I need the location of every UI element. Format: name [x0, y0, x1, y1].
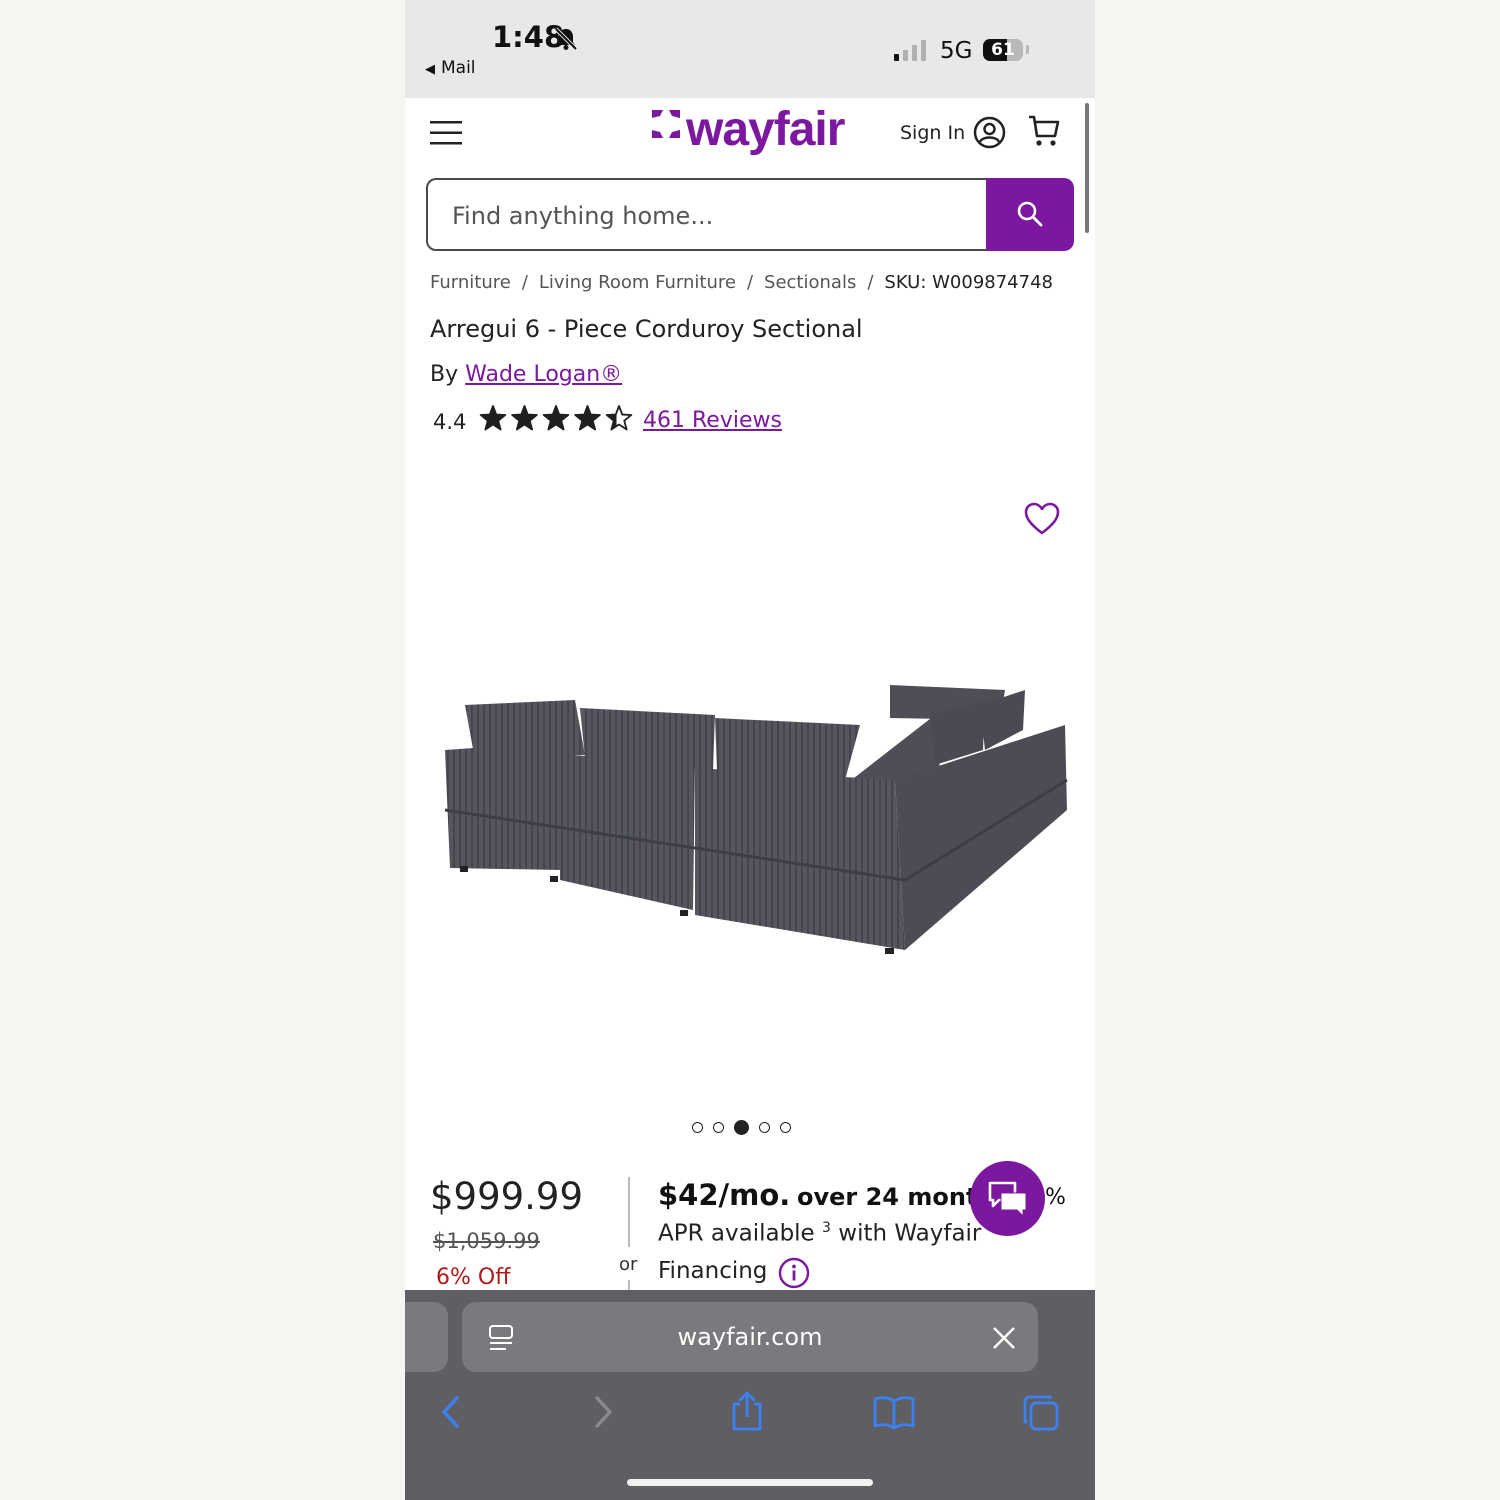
forward-icon[interactable] — [591, 1395, 615, 1429]
phone-screen: 1:48 ◀ Mail 5G 61 wayfair Sign In Find a… — [405, 0, 1095, 1500]
rating-stars — [479, 405, 633, 431]
heart-icon[interactable] — [1024, 502, 1060, 536]
price: $999.99 — [430, 1175, 584, 1218]
star-icon — [542, 405, 570, 431]
network-type: 5G — [940, 38, 973, 64]
account-icon[interactable] — [973, 116, 1006, 149]
sofa-leg — [550, 876, 558, 882]
back-to-mail[interactable]: ◀ Mail — [425, 58, 476, 78]
search-button[interactable] — [986, 178, 1074, 251]
footnote-marker: 3 — [822, 1220, 831, 1236]
carousel-dot[interactable] — [734, 1120, 749, 1135]
breadcrumb-sectionals[interactable]: Sectionals — [764, 272, 856, 293]
bell-muted-icon — [554, 27, 578, 51]
carousel-dot[interactable] — [780, 1122, 791, 1133]
sofa-leg — [885, 948, 894, 954]
share-icon[interactable] — [730, 1390, 764, 1432]
wayfair-logo-text[interactable]: wayfair — [686, 102, 845, 157]
carousel-dot[interactable] — [759, 1122, 770, 1133]
by-label: By — [430, 362, 459, 387]
star-icon — [574, 405, 601, 431]
carousel-dot[interactable] — [713, 1122, 724, 1133]
previous-tab[interactable] — [405, 1302, 448, 1372]
or-label: or — [619, 1254, 638, 1275]
old-price: $1,059.99 — [433, 1229, 540, 1253]
product-byline: By Wade Logan® — [430, 362, 622, 387]
sku-label: SKU: W009874748 — [884, 272, 1053, 293]
cart-icon[interactable] — [1028, 114, 1060, 148]
seat-module — [560, 755, 695, 910]
financing-label: Financing — [658, 1258, 768, 1284]
discount-badge: 6% Off — [436, 1265, 511, 1290]
product-title: Arregui 6 - Piece Corduroy Sectional — [430, 315, 863, 343]
star-icon — [479, 405, 507, 431]
scroll-indicator[interactable] — [1085, 103, 1089, 233]
wayfair-logo-icon[interactable] — [648, 106, 684, 142]
financing-term: over 24 montl — [797, 1183, 986, 1211]
home-indicator[interactable] — [627, 1479, 873, 1486]
address-bar[interactable]: wayfair.com — [462, 1302, 1038, 1372]
breadcrumb-separator: / — [746, 272, 754, 293]
financing-monthly: $42/mo. — [658, 1178, 791, 1212]
product-image[interactable] — [435, 670, 1075, 970]
star-icon — [605, 405, 633, 431]
signal-icon — [894, 40, 926, 61]
sign-in-link[interactable]: Sign In — [900, 122, 965, 144]
divider — [628, 1177, 630, 1247]
seat-module — [695, 768, 905, 950]
tabs-icon[interactable] — [1022, 1394, 1060, 1432]
close-icon[interactable] — [992, 1326, 1016, 1350]
carousel-dot[interactable] — [692, 1122, 703, 1133]
image-carousel-dots[interactable] — [692, 1117, 801, 1136]
reviews-link[interactable]: 461 Reviews — [643, 408, 782, 433]
chat-button[interactable] — [970, 1161, 1045, 1236]
breadcrumb-living-room-furniture[interactable]: Living Room Furniture — [539, 272, 736, 293]
brand-link[interactable]: Wade Logan® — [465, 362, 622, 387]
info-icon[interactable] — [778, 1257, 810, 1289]
breadcrumb-furniture[interactable]: Furniture — [430, 272, 511, 293]
battery-percent: 61 — [991, 40, 1015, 60]
back-icon[interactable] — [439, 1395, 463, 1429]
breadcrumb: Furniture / Living Room Furniture / Sectiona… — [430, 272, 1053, 293]
apr-text: APR available — [658, 1220, 815, 1247]
battery-tip — [1026, 45, 1029, 54]
status-bar: 1:48 ◀ Mail 5G 61 — [405, 0, 1095, 98]
url-text[interactable]: wayfair.com — [462, 1302, 1038, 1372]
back-app-label: Mail — [441, 58, 476, 78]
sofa-leg — [460, 866, 468, 872]
seat-module — [445, 742, 560, 870]
battery-icon: 61 — [983, 39, 1023, 61]
sofa-leg — [680, 910, 688, 916]
with-wayfair-text: with Wayfair — [838, 1220, 982, 1247]
safari-toolbar: wayfair.com — [405, 1290, 1095, 1500]
search-icon — [1017, 201, 1043, 227]
search-input[interactable]: Find anything home... — [426, 178, 986, 251]
breadcrumb-separator: / — [867, 272, 874, 293]
breadcrumb-separator: / — [521, 272, 528, 293]
menu-icon[interactable] — [430, 120, 462, 146]
rating-value: 4.4 — [433, 410, 467, 434]
chat-icon — [988, 1181, 1027, 1218]
financing-pct: % — [1045, 1185, 1066, 1210]
bookmarks-icon[interactable] — [873, 1395, 915, 1429]
financing-apr: APR available 3 with Wayfair — [658, 1220, 981, 1247]
star-icon — [511, 405, 538, 431]
